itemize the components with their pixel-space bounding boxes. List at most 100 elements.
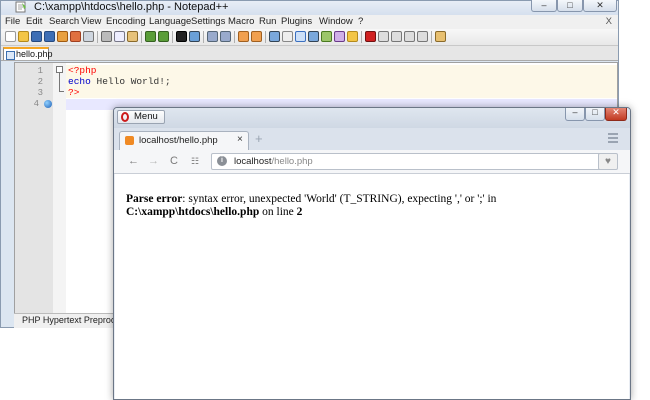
toolbar-separator (97, 31, 98, 43)
close-icon: ✕ (612, 107, 620, 117)
menu-plugins[interactable]: Plugins (281, 16, 312, 28)
word-wrap-icon[interactable] (269, 31, 280, 42)
fold-end (59, 91, 64, 92)
minimize-button[interactable]: – (531, 0, 557, 12)
tab-label: hello.php (16, 49, 53, 59)
back-arrow-icon[interactable]: ← (128, 154, 139, 168)
speed-dial-grid-icon[interactable]: ☷ (191, 154, 199, 168)
show-all-chars-icon[interactable] (282, 31, 293, 42)
cut-icon[interactable] (101, 31, 112, 42)
error-path: C:\xampp\htdocs\hello.php (126, 206, 260, 218)
toolbar-separator (265, 31, 266, 43)
url-field[interactable]: i localhost/hello.php (211, 153, 602, 170)
notepad-titlebar[interactable]: C:\xampp\htdocs\hello.php - Notepad++ – … (1, 0, 618, 15)
replace-icon[interactable] (189, 31, 200, 42)
menu-help[interactable]: ? (358, 16, 363, 28)
paste-icon[interactable] (127, 31, 138, 42)
bookmark-heart-button[interactable]: ♥ (598, 153, 618, 170)
opera-menu-label: Menu (134, 111, 158, 122)
save-all-icon[interactable] (44, 31, 55, 42)
line-number: 3 (37, 88, 43, 98)
open-file-icon[interactable] (18, 31, 29, 42)
new-file-icon[interactable] (5, 31, 16, 42)
maximize-icon: □ (567, 0, 573, 10)
redo-icon[interactable] (158, 31, 169, 42)
indent-guide-icon[interactable] (295, 31, 306, 42)
menu-settings[interactable]: Settings (191, 16, 225, 28)
run-macro-multiple-icon[interactable] (404, 31, 415, 42)
opera-menu-button[interactable]: Menu (117, 110, 165, 124)
error-text: : syntax error, unexpected 'World' (T_ST… (182, 193, 497, 205)
user-lang-icon[interactable] (308, 31, 319, 42)
fold-toggle-icon[interactable] (56, 66, 63, 73)
tab-close-icon[interactable]: × (237, 134, 243, 146)
bookmark-icon[interactable] (44, 100, 52, 108)
notepad-app-icon (15, 1, 26, 13)
menu-file[interactable]: File (5, 16, 20, 28)
menu-edit[interactable]: Edit (26, 16, 42, 28)
url-host: localhost (234, 156, 272, 167)
zoom-in-icon[interactable] (207, 31, 218, 42)
minimize-icon: – (572, 107, 578, 117)
line-number: 2 (37, 77, 43, 87)
play-macro-icon[interactable] (391, 31, 402, 42)
url-path: /hello.php (271, 156, 313, 167)
new-tab-icon[interactable]: + (255, 132, 263, 146)
save-macro-icon[interactable] (417, 31, 428, 42)
tab-title: localhost/hello.php (139, 135, 218, 146)
menu-language[interactable]: Language (149, 16, 191, 28)
undo-icon[interactable] (145, 31, 156, 42)
notepad-window-title: C:\xampp\htdocs\hello.php - Notepad++ (34, 1, 229, 13)
code-line-1: <?php (68, 65, 97, 76)
tab-hello-php[interactable]: hello.php (3, 47, 53, 60)
print-icon[interactable] (83, 31, 94, 42)
doc-map-icon[interactable] (321, 31, 332, 42)
zoom-out-icon[interactable] (220, 31, 231, 42)
sync-vertical-icon[interactable] (238, 31, 249, 42)
browser-maximize-button[interactable]: □ (585, 108, 605, 121)
stash-icon[interactable] (608, 133, 618, 143)
menu-run[interactable]: Run (259, 16, 276, 28)
fold-line (59, 73, 60, 91)
reload-icon[interactable]: C (170, 154, 178, 168)
menu-close-document[interactable]: X (606, 16, 612, 28)
page-content: Parse error: syntax error, unexpected 'W… (115, 174, 629, 399)
save-icon[interactable] (31, 31, 42, 42)
forward-arrow-icon[interactable]: → (148, 154, 159, 168)
menu-search[interactable]: Search (49, 16, 79, 28)
menu-macro[interactable]: Macro (228, 16, 254, 28)
menu-view[interactable]: View (81, 16, 101, 28)
browser-close-button[interactable]: ✕ (605, 107, 627, 121)
address-bar-row: ← → C ☷ i localhost/hello.php ♥ (114, 150, 630, 174)
close-file-icon[interactable] (57, 31, 68, 42)
tab-localhost-hello[interactable]: localhost/hello.php × (119, 131, 249, 150)
record-macro-icon[interactable] (365, 31, 376, 42)
plugin-icon[interactable] (435, 31, 446, 42)
code-line-2: echo Hello World!; (68, 77, 171, 87)
browser-titlebar[interactable]: Menu – □ ✕ (114, 108, 630, 128)
code-semicolon: ; (164, 76, 171, 87)
opera-browser-window: Menu – □ ✕ localhost/hello.php × + ← → C… (113, 107, 631, 400)
code-text: Hello World! (90, 76, 165, 87)
notepad-menubar: File Edit Search View Encoding Language … (1, 15, 618, 29)
sync-horizontal-icon[interactable] (251, 31, 262, 42)
maximize-button[interactable]: □ (557, 0, 583, 12)
close-all-icon[interactable] (70, 31, 81, 42)
toolbar-separator (203, 31, 204, 43)
function-list-icon[interactable] (334, 31, 345, 42)
close-button[interactable]: ✕ (583, 0, 617, 12)
minimize-icon: – (541, 0, 547, 10)
browser-minimize-button[interactable]: – (565, 107, 585, 121)
menu-window[interactable]: Window (319, 16, 353, 28)
stop-macro-icon[interactable] (378, 31, 389, 42)
toolbar-separator (141, 31, 142, 43)
copy-icon[interactable] (114, 31, 125, 42)
error-line-number: 2 (296, 206, 303, 218)
find-icon[interactable] (176, 31, 187, 42)
folder-workspace-icon[interactable] (347, 31, 358, 42)
menu-encoding[interactable]: Encoding (106, 16, 146, 28)
php-error-message: Parse error: syntax error, unexpected 'W… (126, 193, 616, 219)
info-icon[interactable]: i (217, 156, 227, 166)
heart-icon: ♥ (605, 156, 611, 167)
notepad-toolbar (1, 29, 618, 46)
